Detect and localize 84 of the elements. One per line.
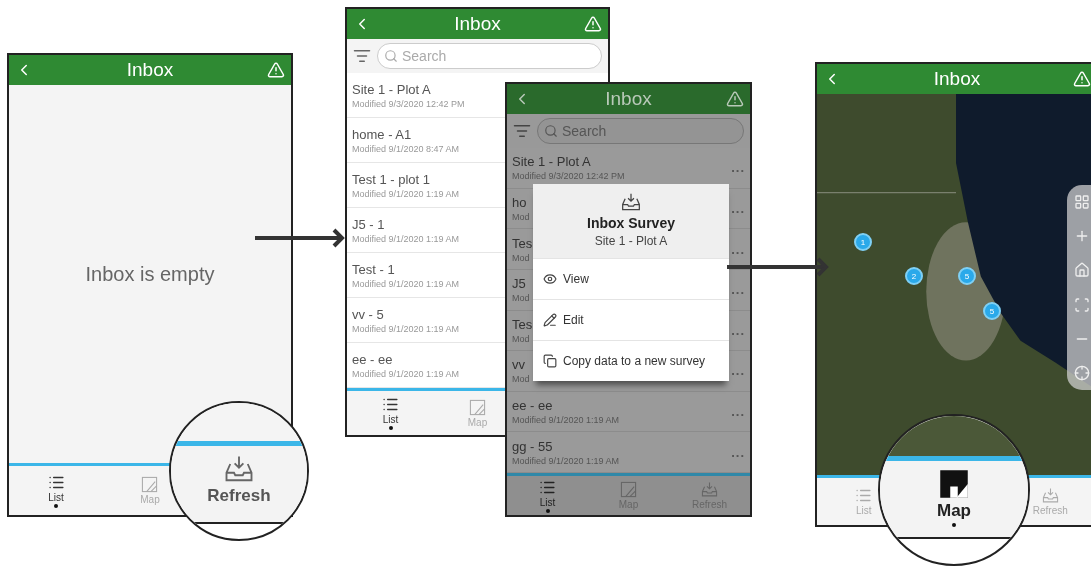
locate-icon[interactable] — [1074, 364, 1090, 381]
row-modified-date: Mod — [512, 211, 530, 222]
row-title: Site 1 - Plot A — [352, 81, 432, 97]
map-icon — [469, 398, 486, 416]
tab-button[interactable]: List — [41, 471, 71, 510]
tab-button[interactable]: Map — [461, 396, 494, 430]
grid-icon[interactable] — [1074, 194, 1090, 211]
dialog-title: Inbox Survey — [587, 215, 675, 231]
row-modified-date: Modified 9/1/2020 8:47 AM — [352, 143, 460, 154]
menu-item-label: Edit — [563, 313, 584, 327]
menu-item[interactable]: Copy data to a new survey — [533, 340, 729, 381]
row-modified-date: Modified 9/3/2020 12:42 PM — [512, 171, 625, 182]
header-title: Inbox — [126, 59, 174, 81]
row-title: vv - 5 — [352, 306, 385, 322]
row-title: ho — [512, 194, 528, 210]
menu-item-label: Copy data to a new survey — [563, 354, 706, 368]
menu-item-label: View — [563, 272, 589, 286]
search-field[interactable]: Search — [377, 43, 602, 69]
list-icon — [382, 396, 399, 413]
row-modified-date: Mod — [512, 293, 530, 304]
warning-icon[interactable] — [726, 90, 744, 108]
header-title: Inbox — [454, 13, 501, 35]
row-title: Tes — [512, 316, 533, 332]
map-icon — [620, 481, 637, 498]
eye-icon — [543, 272, 557, 286]
map-icon — [939, 468, 969, 499]
selected-dot — [54, 503, 58, 508]
row-modified-date: Modified 9/1/2020 1:19 AM — [512, 455, 620, 466]
selected-dot — [545, 508, 550, 513]
pencil-icon — [543, 313, 557, 327]
copy-icon — [543, 354, 557, 368]
selected-dot — [952, 522, 956, 527]
row-title: J5 - 1 — [352, 216, 386, 232]
filter-icon[interactable] — [353, 47, 371, 65]
tab-button[interactable]: List — [376, 394, 405, 432]
tab-button[interactable]: Map — [134, 474, 166, 507]
list-icon — [855, 487, 873, 504]
header-title: Inbox — [605, 88, 652, 110]
more-button[interactable]: ... — [731, 404, 745, 420]
filter-icon[interactable] — [513, 122, 531, 140]
row-modified-date: Modified 9/1/2020 1:19 AM — [352, 188, 460, 199]
row-title: Test 1 - plot 1 — [352, 171, 432, 187]
row-title: J5 — [512, 276, 527, 292]
row-modified-date: Mod — [512, 252, 531, 263]
row-modified-date: Modified 9/1/2020 1:19 AM — [512, 415, 620, 426]
more-button[interactable]: ... — [731, 444, 745, 460]
row-modified-date: Modified 9/1/2020 1:19 AM — [352, 323, 460, 334]
row-title: gg - 55 — [512, 438, 554, 454]
row-title: Site 1 - Plot A — [512, 154, 592, 170]
row-modified-date: Mod — [512, 333, 531, 344]
row-modified-date: Modified 9/1/2020 1:19 AM — [352, 368, 460, 379]
more-button[interactable]: ... — [731, 241, 745, 257]
dialog-subtitle: Site 1 - Plot A — [594, 234, 668, 248]
header-title: Inbox — [933, 68, 981, 90]
search-icon — [544, 124, 558, 138]
row-modified-date: Modified 9/1/2020 1:19 AM — [352, 278, 460, 289]
tab-button[interactable]: List — [533, 476, 562, 515]
row-modified-date: Modified 9/1/2020 1:19 AM — [352, 233, 460, 244]
inbox-download-icon — [1041, 487, 1059, 504]
tab-button[interactable]: List — [849, 485, 879, 518]
row-title: ee - ee — [512, 398, 554, 414]
row-title: Tes — [512, 235, 533, 251]
search-icon — [384, 49, 398, 63]
row-title: home - A1 — [352, 126, 413, 142]
row-modified-date: Modified 9/3/2020 12:42 PM — [352, 98, 465, 109]
more-button[interactable]: ... — [731, 160, 745, 176]
map-icon — [141, 476, 159, 493]
selected-dot — [388, 426, 393, 430]
more-button[interactable]: ... — [731, 322, 745, 338]
inbox-download-icon — [701, 481, 718, 498]
row-title: Test - 1 — [352, 261, 396, 277]
more-button[interactable]: ... — [731, 200, 745, 216]
row-title: vv — [512, 357, 526, 373]
row-modified-date: Mod — [512, 374, 530, 385]
more-button[interactable]: ... — [731, 282, 745, 298]
search-field[interactable]: Search — [537, 118, 744, 144]
inbox-download-icon — [621, 192, 641, 212]
empty-message: Inbox is empty — [85, 262, 215, 286]
more-button[interactable]: ... — [731, 363, 745, 379]
row-title: ee - ee — [352, 351, 394, 367]
menu-item[interactable]: View — [533, 258, 729, 299]
menu-item[interactable]: Edit — [533, 299, 729, 340]
tab-button[interactable]: Refresh — [1026, 485, 1074, 518]
home-icon[interactable] — [1074, 262, 1090, 279]
